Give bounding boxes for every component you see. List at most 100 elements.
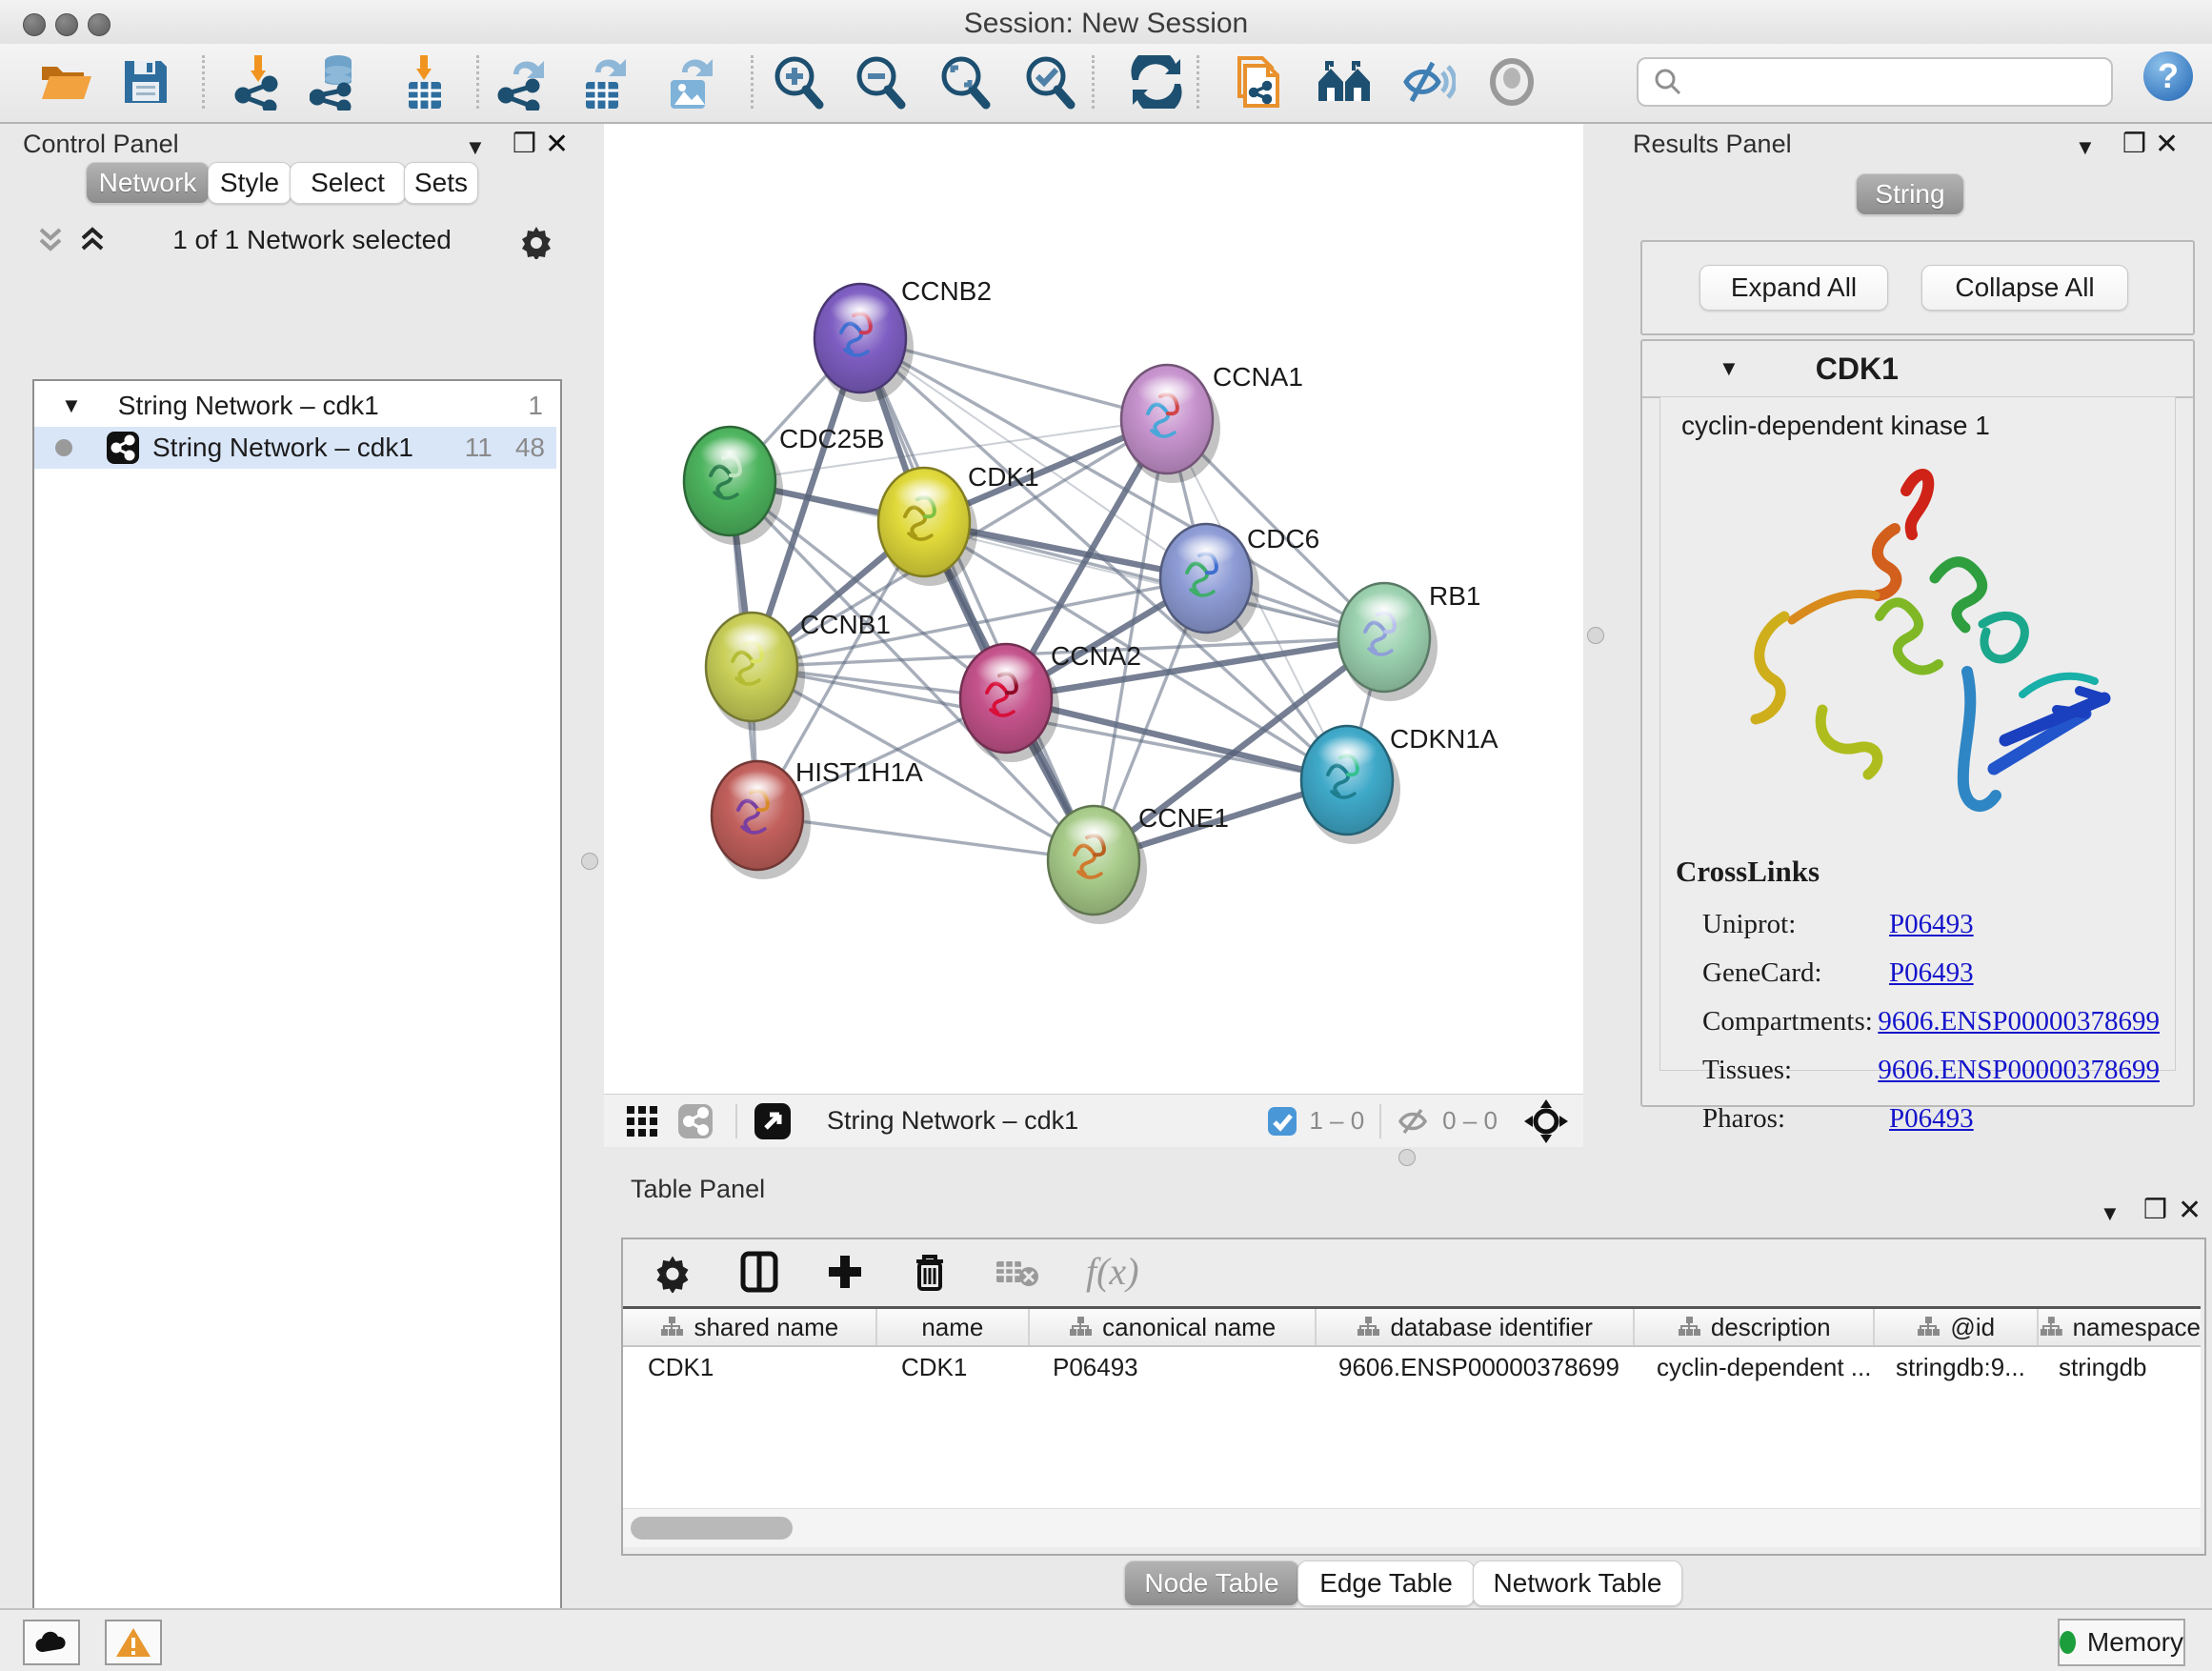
results-panel-float-icon[interactable]: ❒	[2122, 128, 2146, 159]
import-table-file-button[interactable]	[395, 50, 454, 114]
tab-network[interactable]: Network	[86, 162, 210, 204]
column-header-description[interactable]: description	[1635, 1309, 1875, 1345]
import-network-database-button[interactable]	[308, 50, 367, 114]
selected-count: 1 – 0	[1309, 1106, 1364, 1136]
zoom-fit-button[interactable]	[935, 50, 995, 114]
expand-all-button[interactable]: Expand All	[1699, 265, 1888, 311]
expand-all-icon[interactable]	[78, 224, 107, 256]
results-panel-menu-icon[interactable]: ▼	[2075, 135, 2096, 160]
tab-edge-table[interactable]: Edge Table	[1297, 1560, 1475, 1606]
table-cell[interactable]: CDK1	[876, 1347, 1028, 1387]
control-panel-close-icon[interactable]: ✕	[545, 128, 569, 161]
import-network-file-button[interactable]	[229, 50, 288, 114]
show-columns-icon[interactable]	[739, 1250, 779, 1294]
cloud-status-button[interactable]	[23, 1620, 80, 1665]
open-session-button[interactable]	[36, 50, 95, 114]
add-column-plus-icon[interactable]	[825, 1252, 865, 1292]
bottom-splitter-handle[interactable]	[1398, 1149, 1416, 1166]
save-session-button[interactable]	[116, 50, 175, 114]
node-CDKN1A[interactable]	[1301, 726, 1400, 844]
node-CCNB2[interactable]	[814, 284, 914, 402]
network-view[interactable]: CCNB2CCNA1CDC25BCDK1CDC6RB1CCNB1CCNA2CDK…	[604, 124, 1583, 1094]
tree-expand-icon[interactable]: ▼	[61, 393, 82, 418]
horizontal-scrollbar[interactable]	[623, 1508, 2201, 1547]
table-cell[interactable]: 9606.ENSP00000378699	[1314, 1347, 1632, 1387]
column-header--id[interactable]: @id	[1875, 1309, 2039, 1345]
table-cell[interactable]: cyclin-dependent ...	[1632, 1347, 1871, 1387]
table-panel-menu-icon[interactable]: ▼	[2100, 1201, 2121, 1226]
grid-layout-icon[interactable]	[623, 1102, 661, 1140]
export-image-button[interactable]	[660, 50, 719, 114]
collapse-all-icon[interactable]	[36, 224, 65, 256]
table-settings-gear-icon[interactable]	[652, 1251, 694, 1293]
scrollbar-thumb[interactable]	[631, 1517, 793, 1540]
network-graph[interactable]: CCNB2CCNA1CDC25BCDK1CDC6RB1CCNB1CCNA2CDK…	[604, 124, 1583, 1094]
table-cell[interactable]: CDK1	[623, 1347, 876, 1387]
network-collection-label: String Network – cdk1	[118, 391, 379, 421]
tab-network-table[interactable]: Network Table	[1473, 1560, 1682, 1606]
node-CCNA2[interactable]	[960, 644, 1059, 762]
column-header-database-identifier[interactable]: database identifier	[1317, 1309, 1635, 1345]
node-CDC25B[interactable]	[684, 427, 783, 545]
network-row[interactable]: String Network – cdk1 11 48	[34, 427, 556, 469]
zoom-in-icon	[770, 53, 827, 111]
search-input[interactable]	[1692, 67, 2111, 98]
node-CCNA1[interactable]	[1121, 365, 1220, 483]
birdseye-view-icon[interactable]	[753, 1101, 793, 1141]
tab-style[interactable]: Style	[208, 162, 292, 204]
tab-node-table[interactable]: Node Table	[1124, 1560, 1299, 1606]
zoom-out-button[interactable]	[851, 50, 910, 114]
share-network-icon[interactable]	[676, 1102, 714, 1140]
table-cell[interactable]: stringdb	[2034, 1347, 2197, 1387]
table-panel-close-icon[interactable]: ✕	[2178, 1194, 2202, 1227]
hidden-eye-icon[interactable]	[1397, 1107, 1431, 1136]
left-splitter-handle[interactable]	[581, 853, 598, 870]
crosslink-value[interactable]: P06493	[1889, 909, 1974, 940]
export-table-button[interactable]	[575, 50, 634, 114]
control-panel-float-icon[interactable]: ❒	[513, 128, 536, 159]
control-panel-menu-icon[interactable]: ▼	[465, 135, 486, 160]
entry-header[interactable]: ▼ CDK1	[1642, 341, 2193, 398]
delete-table-icon[interactable]	[995, 1254, 1040, 1290]
copy-network-button[interactable]	[1229, 50, 1288, 114]
network-collection-row[interactable]: ▼ String Network – cdk1 1	[34, 385, 556, 427]
warnings-button[interactable]	[105, 1620, 162, 1665]
fit-content-crosshair-icon[interactable]	[1522, 1097, 1570, 1145]
function-builder-icon[interactable]: f(x)	[1086, 1249, 1139, 1294]
results-panel-close-icon[interactable]: ✕	[2155, 128, 2179, 161]
string-settings-button[interactable]	[1315, 50, 1374, 114]
show-hide-button[interactable]	[1482, 50, 1541, 114]
column-header-canonical-name[interactable]: canonical name	[1030, 1309, 1317, 1345]
column-header-namespace[interactable]: namespace	[2039, 1309, 2201, 1345]
table-cell[interactable]: stringdb:9...	[1871, 1347, 2034, 1387]
column-header-name[interactable]: name	[877, 1309, 1030, 1345]
export-network-button[interactable]	[493, 50, 553, 114]
zoom-in-button[interactable]	[769, 50, 828, 114]
right-splitter-handle[interactable]	[1587, 627, 1604, 644]
gear-icon[interactable]	[517, 221, 555, 259]
node-RB1[interactable]	[1338, 583, 1438, 701]
column-header-shared-name[interactable]: shared name	[623, 1309, 877, 1345]
tab-select[interactable]: Select	[290, 162, 406, 204]
memory-button[interactable]: Memory	[2058, 1619, 2185, 1666]
refresh-button[interactable]	[1127, 50, 1186, 114]
delete-column-trash-icon[interactable]	[911, 1250, 949, 1294]
table-panel-float-icon[interactable]: ❒	[2143, 1194, 2167, 1225]
node-CCNB1[interactable]	[706, 613, 805, 731]
help-button[interactable]: ?	[2143, 51, 2193, 101]
node-CDK1[interactable]	[878, 468, 977, 586]
collapse-all-button[interactable]: Collapse All	[1921, 265, 2128, 311]
entry-collapse-icon[interactable]: ▼	[1719, 356, 1739, 381]
table-cell[interactable]: P06493	[1028, 1347, 1314, 1387]
zoom-selected-button[interactable]	[1020, 50, 1079, 114]
node-CCNE1[interactable]	[1048, 806, 1147, 924]
crosslink-value[interactable]: P06493	[1889, 1103, 1974, 1135]
table-row[interactable]: CDK1CDK1P064939606.ENSP00000378699cyclin…	[623, 1347, 2201, 1387]
crosslink-value[interactable]: P06493	[1889, 957, 1974, 989]
tab-sets[interactable]: Sets	[404, 162, 478, 204]
selected-checkbox-icon[interactable]	[1267, 1106, 1297, 1137]
tab-string[interactable]: String	[1856, 173, 1964, 215]
glass-ball-effect-button[interactable]	[1398, 50, 1458, 114]
crosslink-value[interactable]: 9606.ENSP00000378699	[1878, 1006, 2160, 1037]
crosslink-value[interactable]: 9606.ENSP00000378699	[1878, 1055, 2160, 1086]
